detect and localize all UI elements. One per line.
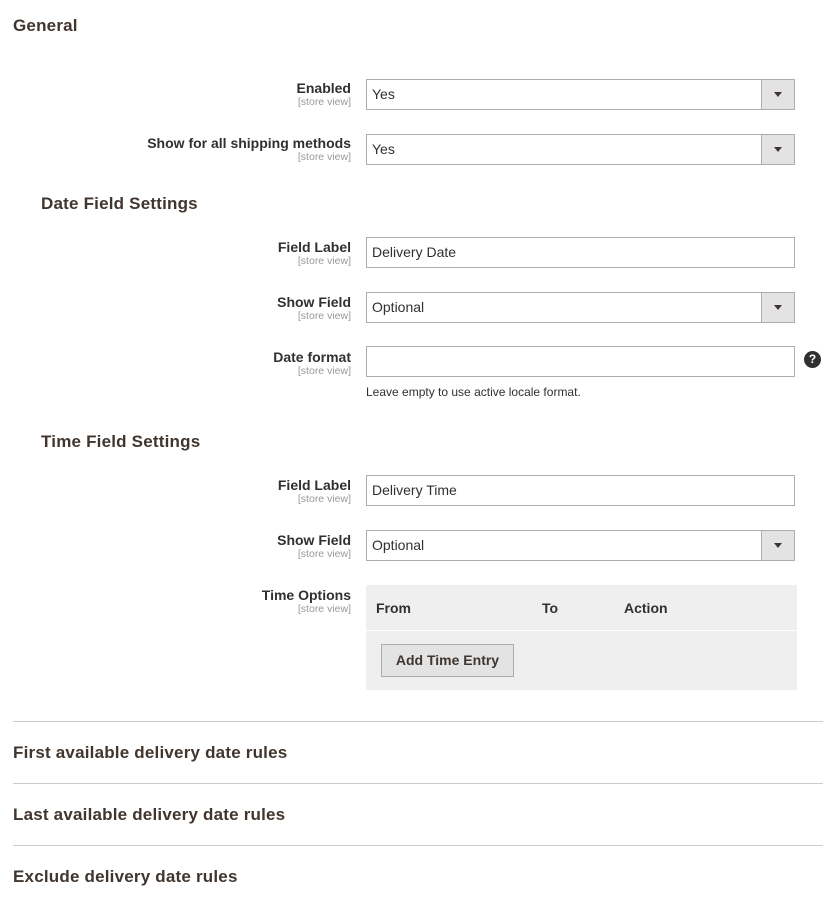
show-all-select[interactable]: Yes — [366, 134, 795, 165]
time-options-table: From To Action Add Time Entry — [366, 585, 797, 690]
enabled-scope: [store view] — [297, 96, 351, 108]
date-format-label: Date format — [273, 349, 351, 365]
chevron-down-icon[interactable] — [761, 80, 794, 109]
date-field-settings-title: Date Field Settings — [41, 194, 198, 213]
column-header-action: Action — [624, 600, 668, 616]
chevron-down-icon[interactable] — [761, 135, 794, 164]
date-field-label-scope: [store view] — [297, 255, 351, 267]
date-format-scope: [store view] — [297, 365, 351, 377]
show-all-label: Show for all shipping methods — [147, 135, 351, 151]
date-field-label-label: Field Label — [277, 239, 351, 255]
time-field-label-value: Delivery Time — [372, 482, 457, 498]
show-all-value: Yes — [372, 141, 395, 157]
chevron-down-icon[interactable] — [761, 531, 794, 560]
column-header-to: To — [542, 600, 559, 616]
date-show-field-select[interactable]: Optional — [366, 292, 795, 323]
date-format-input[interactable] — [366, 346, 795, 377]
date-show-field-value: Optional — [372, 299, 425, 315]
date-field-label-input[interactable]: Delivery Date — [366, 237, 795, 268]
section-title-last-available[interactable]: Last available delivery date rules — [13, 805, 285, 825]
section-divider — [13, 845, 823, 846]
time-field-label-input[interactable]: Delivery Time — [366, 475, 795, 506]
add-time-entry-button[interactable]: Add Time Entry — [381, 644, 514, 677]
time-field-label-scope: [store view] — [297, 493, 351, 505]
time-show-field-value: Optional — [372, 537, 425, 553]
section-title-exclude[interactable]: Exclude delivery date rules — [13, 867, 238, 887]
table-divider — [366, 630, 797, 631]
column-header-from: From — [376, 600, 411, 616]
time-show-field-select[interactable]: Optional — [366, 530, 795, 561]
enabled-value: Yes — [372, 86, 395, 102]
section-title-first-available[interactable]: First available delivery date rules — [13, 743, 287, 763]
date-show-field-scope: [store view] — [297, 310, 351, 322]
time-options-scope: [store view] — [297, 603, 351, 615]
show-all-scope: [store view] — [297, 151, 351, 163]
section-title-general[interactable]: General — [13, 16, 78, 36]
section-divider — [13, 721, 823, 722]
enabled-select[interactable]: Yes — [366, 79, 795, 110]
chevron-down-icon[interactable] — [761, 293, 794, 322]
date-field-label-value: Delivery Date — [372, 244, 457, 260]
time-options-label: Time Options — [261, 587, 351, 603]
date-format-note: Leave empty to use active locale format. — [366, 385, 581, 399]
section-divider — [13, 783, 823, 784]
enabled-label: Enabled — [296, 80, 351, 96]
question-circle-icon[interactable]: ? — [804, 351, 821, 368]
time-field-label-label: Field Label — [277, 477, 351, 493]
time-show-field-label: Show Field — [277, 532, 351, 548]
date-show-field-label: Show Field — [277, 294, 351, 310]
time-show-field-scope: [store view] — [297, 548, 351, 560]
time-field-settings-title: Time Field Settings — [41, 432, 201, 451]
